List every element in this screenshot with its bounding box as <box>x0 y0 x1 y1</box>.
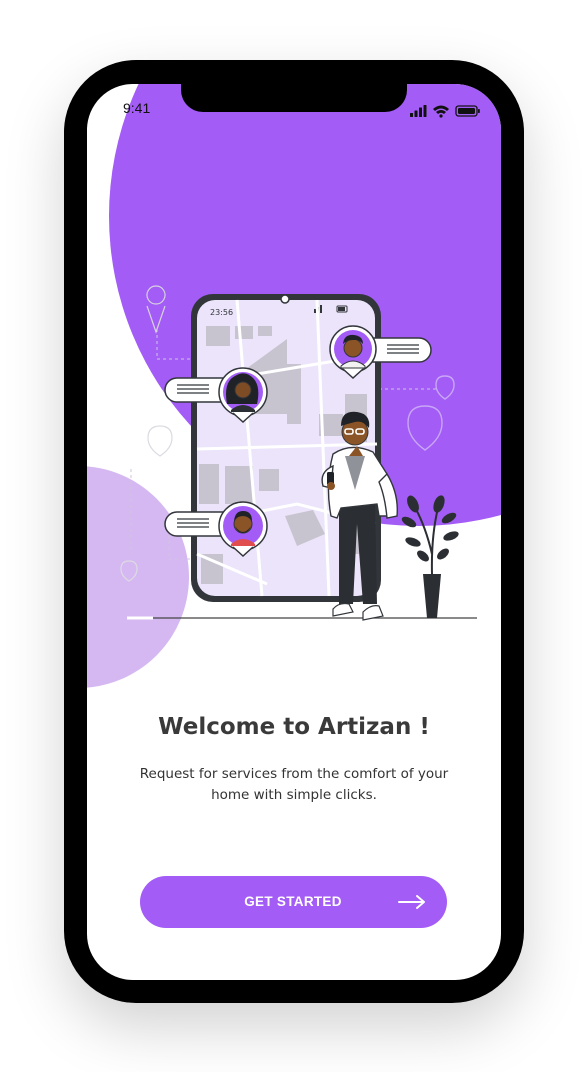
device-notch <box>181 84 407 112</box>
app-screen: 9:41 23:56 Welcome to Artizan ! Request … <box>87 84 501 980</box>
welcome-title: Welcome to Artizan ! <box>158 714 430 740</box>
avatar-man-icon <box>340 334 366 369</box>
battery-icon <box>455 105 480 117</box>
potted-plant-icon <box>401 495 459 618</box>
signal-icon <box>410 105 427 117</box>
status-time: 9:41 <box>123 100 151 116</box>
hero-illustration: 23:56 <box>120 285 477 621</box>
arrow-right-icon <box>398 895 425 909</box>
get-started-button[interactable]: GET STARTED <box>140 876 447 928</box>
location-pin-icon <box>146 285 166 334</box>
wifi-icon <box>433 105 449 118</box>
status-icons <box>410 103 482 122</box>
device-time: 23:56 <box>210 308 233 317</box>
welcome-subtitle: Request for services from the comfort of… <box>139 766 449 803</box>
